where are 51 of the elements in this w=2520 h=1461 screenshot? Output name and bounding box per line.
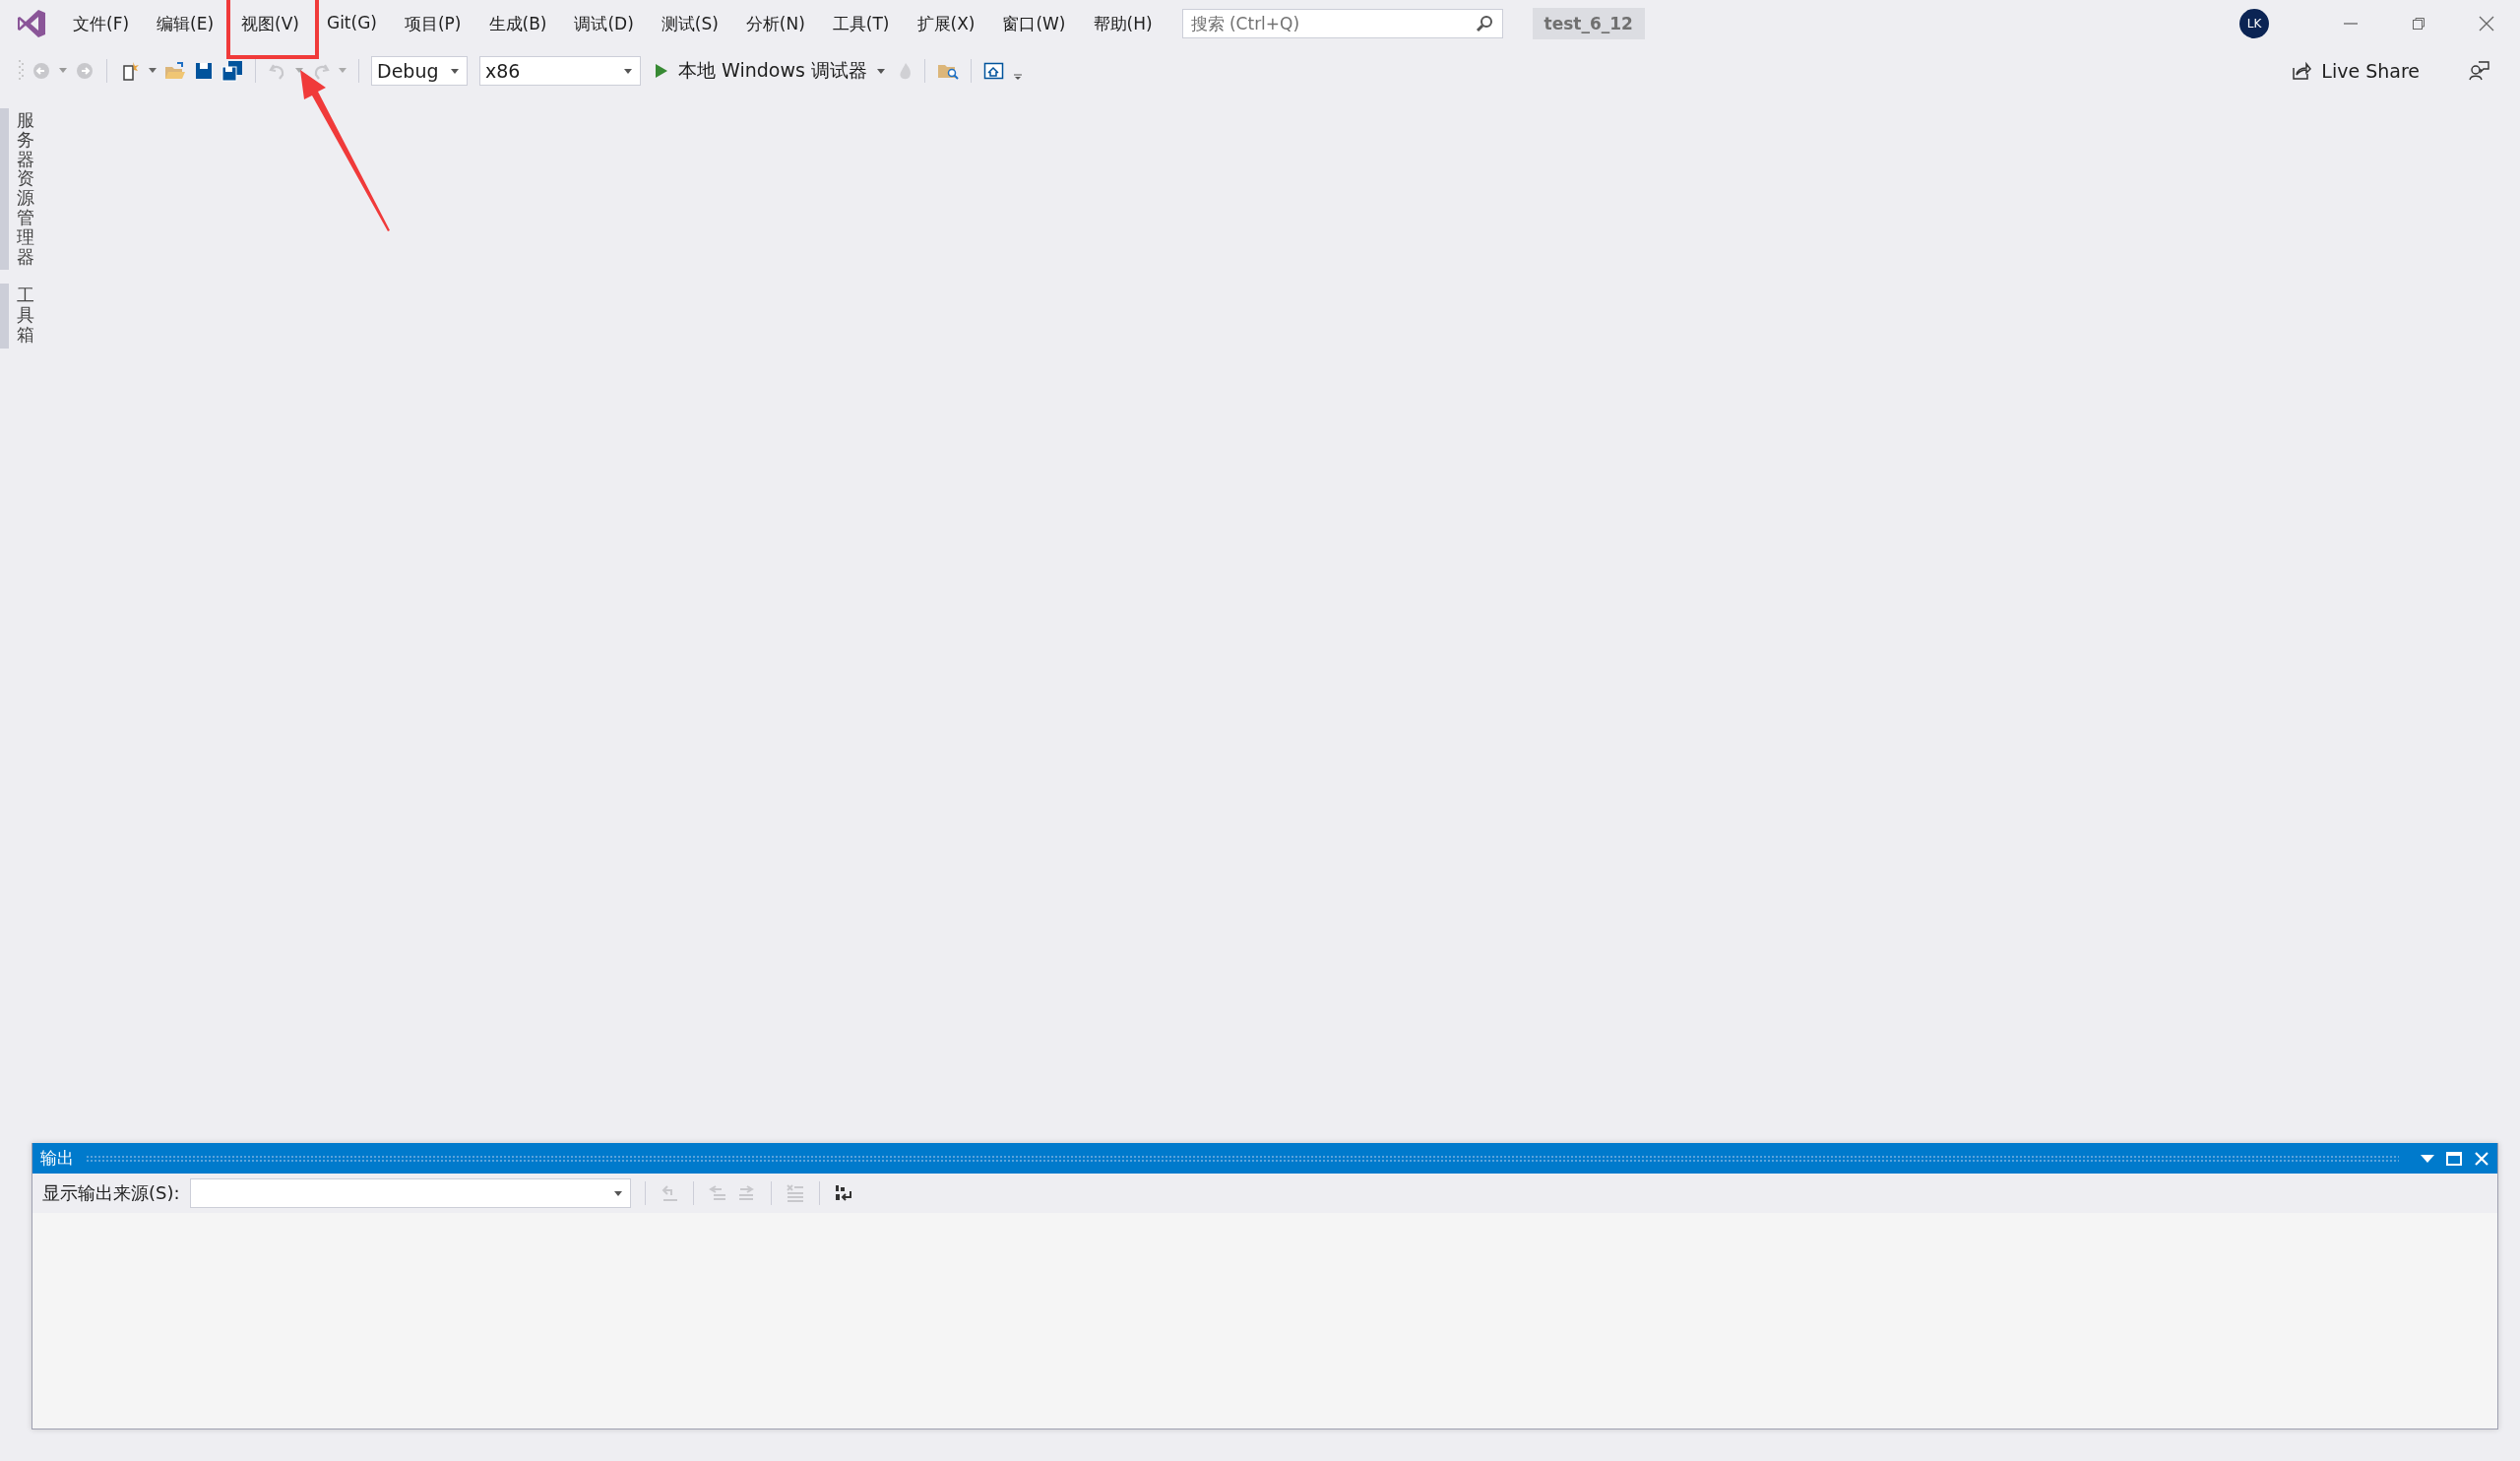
search-icon [1475,15,1493,32]
restore-icon [2410,16,2426,32]
caret-icon [613,1190,622,1196]
vs-logo-icon [16,8,47,39]
back-icon[interactable] [32,61,51,81]
solution-name[interactable]: test_6_12 [1532,8,1645,39]
menu-item[interactable]: 测试(S) [647,6,732,41]
share-icon [2292,61,2312,81]
caret-icon [876,68,885,74]
caret-icon [624,68,632,74]
close-icon [2478,16,2494,32]
play-icon [655,63,668,79]
save-icon[interactable] [194,61,214,81]
source-label: 显示输出来源(S): [42,1181,180,1205]
maximize-icon[interactable] [2446,1151,2462,1166]
run-button[interactable]: 本地 Windows 调试器 [649,58,891,84]
menu-item[interactable]: 扩展(X) [903,6,989,41]
menu-item[interactable]: Git(G) [312,6,391,38]
menu-item[interactable]: 项目(P) [390,6,475,41]
user-avatar[interactable]: LK [2239,9,2269,38]
previous-message-icon[interactable] [707,1183,727,1203]
caret-icon [451,68,459,74]
menu-item[interactable]: 窗口(W) [988,6,1080,41]
menu-item[interactable]: 分析(N) [731,6,819,41]
side-tab[interactable]: 服务器资源管理器 [0,108,34,271]
open-folder-icon[interactable] [164,61,186,81]
close-icon[interactable] [2474,1150,2489,1167]
menu-item[interactable]: 视图(V) [227,6,313,41]
menu-item[interactable]: 工具(T) [818,6,904,41]
minimize-icon [2342,23,2359,25]
caret-icon[interactable] [149,68,157,74]
caret-icon[interactable] [59,68,67,74]
live-share-button[interactable]: Live Share [2286,60,2426,82]
side-tab[interactable]: 工具箱 [0,284,34,349]
menu-item[interactable]: 生成(B) [474,6,561,41]
output-source-dropdown[interactable] [189,1178,631,1208]
forward-icon[interactable] [75,61,94,81]
save-all-icon[interactable] [221,60,243,82]
menu-item[interactable]: 文件(F) [59,6,144,41]
caret-icon[interactable] [295,68,303,74]
browser-home-icon[interactable] [982,61,1005,81]
clear-all-icon[interactable] [785,1183,805,1203]
feedback-icon[interactable] [2469,60,2490,82]
platform-dropdown[interactable]: x86 [479,56,641,86]
panel-title: 输出 [40,1147,74,1170]
menu-item[interactable]: 帮助(H) [1079,6,1166,41]
menu-item[interactable]: 调试(D) [560,6,648,41]
dropdown-icon[interactable] [2421,1154,2434,1163]
search-field[interactable]: 搜索 (Ctrl+Q) [1181,9,1503,38]
configuration-dropdown[interactable]: Debug [371,56,468,86]
menu-item[interactable]: 编辑(E) [143,6,228,41]
